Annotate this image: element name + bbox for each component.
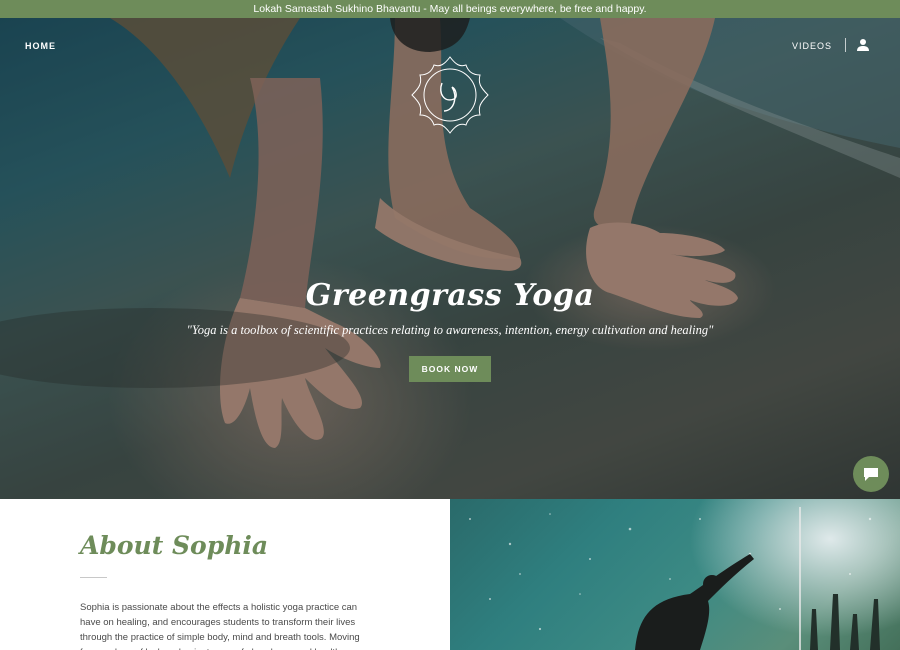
- nav-home-link[interactable]: HOME: [25, 41, 56, 51]
- hero-section: HOME VIDEOS Greengrass Yoga "Yoga is a t…: [0, 18, 900, 499]
- hero-title: Greengrass Yoga: [305, 278, 595, 313]
- book-now-button[interactable]: BOOK NOW: [409, 356, 491, 382]
- hero-quote: "Yoga is a toolbox of scientific practic…: [186, 323, 714, 337]
- about-section: About Sophia Sophia is passionate about …: [0, 499, 450, 650]
- user-icon[interactable]: [856, 38, 870, 52]
- yoga-pose-image: [469, 507, 880, 650]
- nav-videos-link[interactable]: VIDEOS: [792, 41, 832, 51]
- chat-button[interactable]: [853, 456, 889, 492]
- announcement-bar: Lokah Samastah Sukhino Bhavantu - May al…: [0, 0, 900, 18]
- greengrass-logo[interactable]: [408, 53, 492, 137]
- about-text: Sophia is passionate about the effects a…: [80, 602, 360, 650]
- about-photo: [450, 499, 900, 650]
- about-title: About Sophia: [80, 531, 269, 560]
- announcement-text: Lokah Samastah Sukhino Bhavantu - May al…: [253, 3, 647, 15]
- chat-icon: [864, 467, 878, 481]
- about-divider: [80, 577, 107, 578]
- nav-divider: [845, 38, 846, 52]
